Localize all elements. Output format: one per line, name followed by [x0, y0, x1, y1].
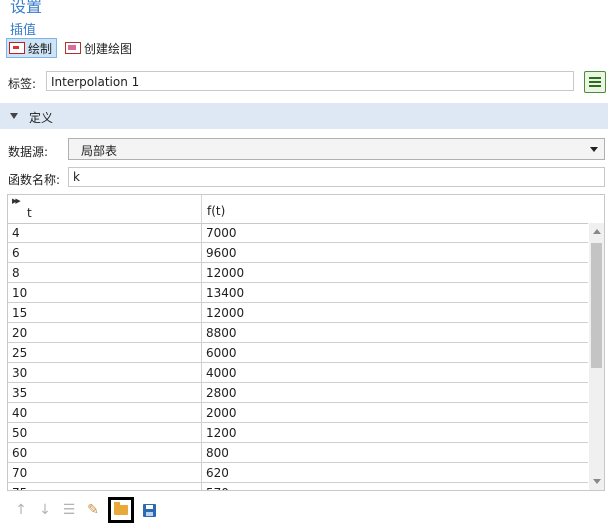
cell-divider	[201, 223, 202, 243]
cell-divider	[201, 303, 202, 323]
cell-t[interactable]: 75	[12, 486, 27, 490]
create-plot-button[interactable]: 创建绘图	[63, 38, 136, 58]
cell-divider	[201, 343, 202, 363]
create-plot-button-label: 创建绘图	[84, 41, 133, 56]
scroll-down-icon[interactable]	[593, 479, 601, 484]
cell-t[interactable]: 10	[12, 286, 27, 300]
settings-title: 设置	[10, 0, 43, 16]
table-row[interactable]: 70 620	[8, 463, 588, 483]
table-row[interactable]: 75 570	[8, 483, 588, 490]
label-info-button[interactable]	[584, 71, 606, 93]
cell-t[interactable]: 50	[12, 426, 27, 440]
cell-t[interactable]: 35	[12, 386, 27, 400]
create-plot-icon	[65, 42, 82, 54]
section-subtitle: 插值	[10, 23, 37, 38]
cell-divider	[201, 483, 202, 490]
cell-divider	[201, 403, 202, 423]
table-row[interactable]: 20 8800	[8, 323, 588, 343]
cell-ft[interactable]: 6000	[206, 346, 237, 360]
function-name-input[interactable]: k	[68, 167, 605, 187]
cell-t[interactable]: 30	[12, 366, 27, 380]
cell-t[interactable]: 40	[12, 406, 27, 420]
plot-icon	[9, 42, 25, 54]
load-from-file-button[interactable]	[108, 497, 134, 523]
collapse-arrow-icon	[10, 113, 18, 119]
definition-section-title: 定义	[29, 111, 54, 125]
cell-ft[interactable]: 13400	[206, 286, 244, 300]
table-header: ▶▶ t f(t)	[8, 195, 588, 224]
table-row[interactable]: 8 12000	[8, 263, 588, 283]
label-row: 标签: Interpolation 1	[8, 71, 606, 93]
table-row[interactable]: 25 6000	[8, 343, 588, 363]
cell-divider	[201, 263, 202, 283]
cell-ft[interactable]: 12000	[206, 266, 244, 280]
table-toolbar: ↑ ↓ ☰ ✎	[12, 497, 158, 523]
cell-divider	[201, 463, 202, 483]
interpolation-table: ▶▶ t f(t) 4 7000 6 9600 8 12000 10 13400 15 12000…	[7, 194, 605, 491]
function-name-caption: 函数名称:	[8, 173, 61, 187]
column-divider[interactable]	[201, 195, 202, 223]
plot-button[interactable]: 绘制	[6, 38, 58, 58]
move-down-icon[interactable]: ↓	[36, 501, 54, 519]
table-row[interactable]: 60 800	[8, 443, 588, 463]
cell-ft[interactable]: 800	[206, 446, 229, 460]
cell-t[interactable]: 4	[12, 226, 20, 240]
cell-divider	[201, 383, 202, 403]
folder-open-icon	[114, 502, 128, 515]
cell-t[interactable]: 20	[12, 326, 27, 340]
table-scrollbar[interactable]	[589, 223, 604, 490]
cell-divider	[201, 423, 202, 443]
cell-divider	[201, 443, 202, 463]
save-to-file-button[interactable]	[140, 501, 158, 519]
data-source-value: 局部表	[81, 144, 118, 158]
clear-table-icon[interactable]: ☰	[60, 501, 78, 519]
cell-divider	[201, 363, 202, 383]
cell-divider	[201, 283, 202, 303]
column-header-ft[interactable]: f(t)	[207, 204, 225, 218]
table-row[interactable]: 50 1200	[8, 423, 588, 443]
chevron-down-icon	[590, 147, 598, 152]
settings-toolbar: 绘制 创建绘图	[6, 38, 136, 58]
data-source-select[interactable]: 局部表	[68, 138, 605, 160]
move-up-icon[interactable]: ↑	[12, 501, 30, 519]
cell-ft[interactable]: 4000	[206, 366, 237, 380]
cell-t[interactable]: 25	[12, 346, 27, 360]
label-caption: 标签:	[8, 77, 37, 91]
table-row[interactable]: 30 4000	[8, 363, 588, 383]
table-row[interactable]: 15 12000	[8, 303, 588, 323]
cell-ft[interactable]: 1200	[206, 426, 237, 440]
save-icon	[142, 503, 156, 517]
table-row[interactable]: 40 2000	[8, 403, 588, 423]
list-icon	[589, 77, 601, 79]
cell-ft[interactable]: 9600	[206, 246, 237, 260]
cell-ft[interactable]: 2800	[206, 386, 237, 400]
cell-t[interactable]: 8	[12, 266, 20, 280]
table-row[interactable]: 6 9600	[8, 243, 588, 263]
cell-ft[interactable]: 620	[206, 466, 229, 480]
cell-t[interactable]: 60	[12, 446, 27, 460]
cell-t[interactable]: 15	[12, 306, 27, 320]
cell-divider	[201, 323, 202, 343]
scroll-thumb[interactable]	[591, 243, 602, 368]
table-corner-icon[interactable]: ▶▶	[12, 197, 21, 205]
table-row[interactable]: 35 2800	[8, 383, 588, 403]
brush-icon[interactable]: ✎	[84, 501, 102, 519]
table-row[interactable]: 4 7000	[8, 223, 588, 243]
definition-section-header[interactable]: 定义	[0, 103, 608, 129]
cell-ft[interactable]: 12000	[206, 306, 244, 320]
cell-divider	[201, 243, 202, 263]
cell-ft[interactable]: 2000	[206, 406, 237, 420]
table-row[interactable]: 10 13400	[8, 283, 588, 303]
cell-t[interactable]: 70	[12, 466, 27, 480]
cell-ft[interactable]: 7000	[206, 226, 237, 240]
cell-t[interactable]: 6	[12, 246, 20, 260]
column-header-t[interactable]: t	[27, 206, 32, 220]
cell-ft[interactable]: 570	[206, 486, 229, 490]
label-input[interactable]: Interpolation 1	[46, 71, 574, 91]
scroll-up-icon[interactable]	[593, 229, 601, 234]
cell-ft[interactable]: 8800	[206, 326, 237, 340]
table-body: 4 7000 6 9600 8 12000 10 13400 15 12000 20 8800 25 60…	[8, 223, 588, 490]
data-source-caption: 数据源:	[8, 145, 49, 159]
plot-button-label: 绘制	[28, 41, 53, 56]
